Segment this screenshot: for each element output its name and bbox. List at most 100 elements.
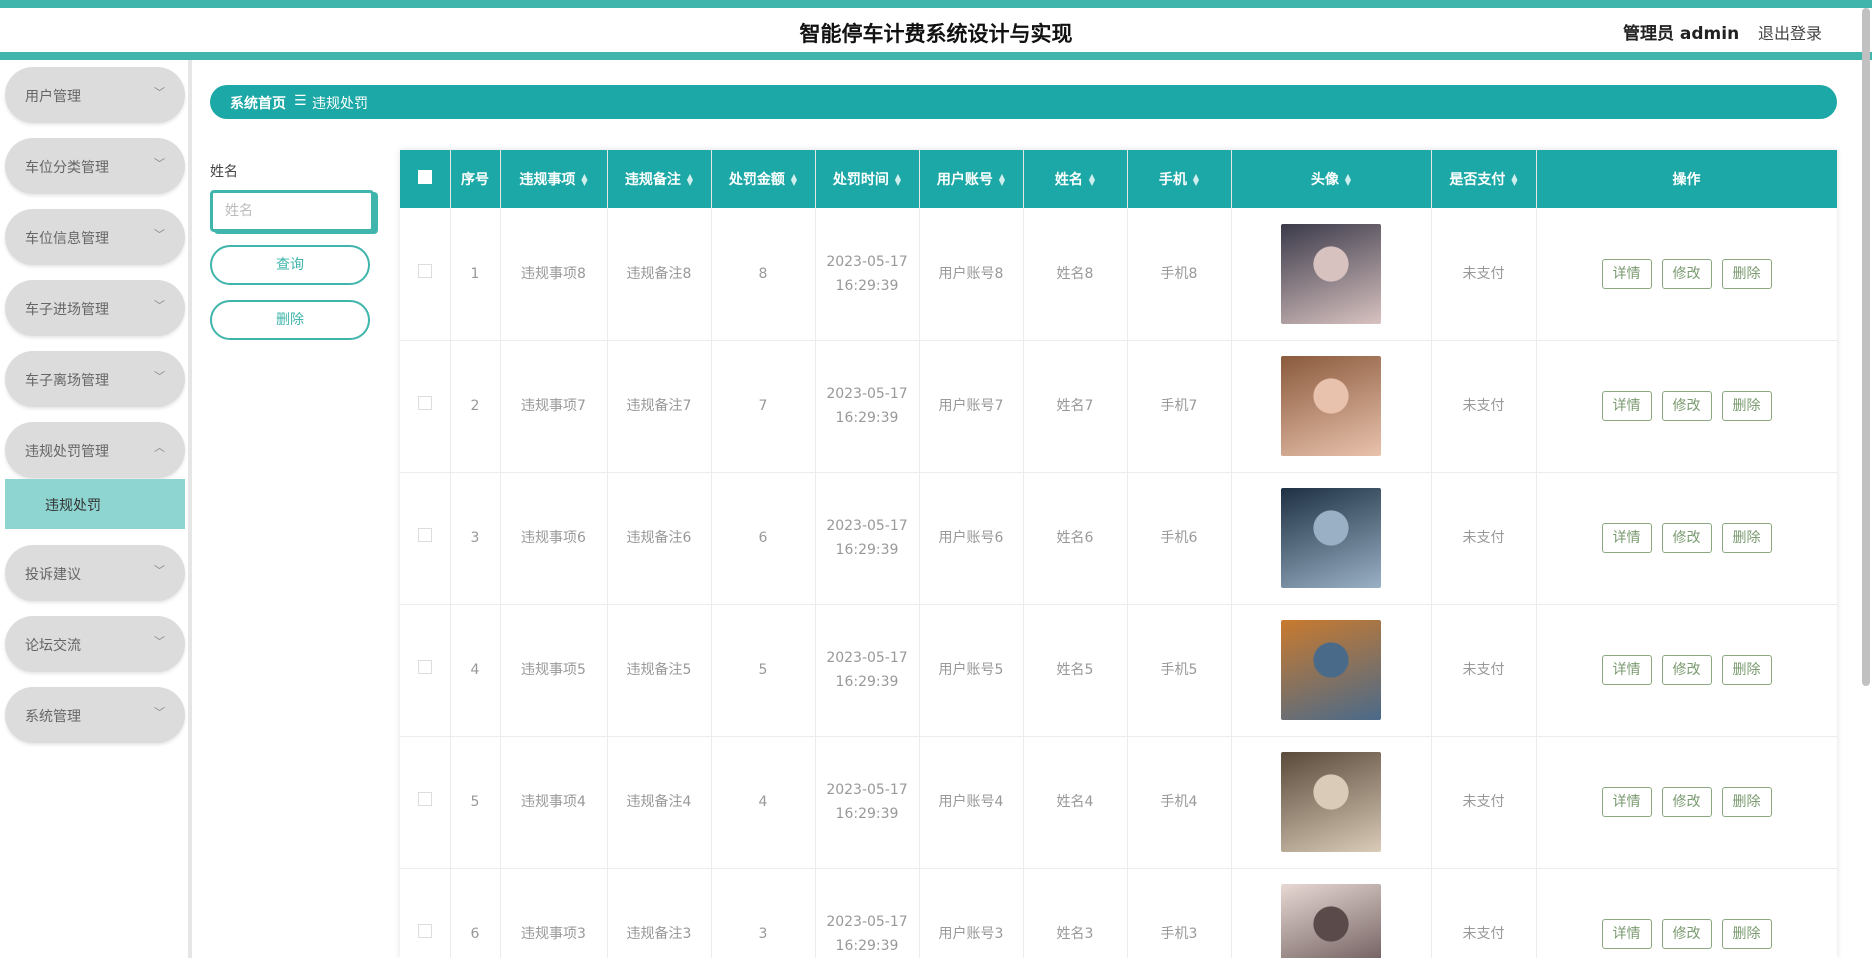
table-row: 2 违规事项7 违规备注7 7 2023-05-17 16:29:39 用户账号7 姓名7 手机… [400, 340, 1837, 473]
cell-account: 用户账号3 [919, 868, 1024, 958]
cell-no: 6 [450, 868, 501, 958]
avatar[interactable] [1281, 356, 1381, 456]
sort-icon[interactable]: ▲ ▼ [999, 173, 1005, 187]
edit-button[interactable]: 修改 [1661, 787, 1712, 817]
edit-button[interactable]: 修改 [1661, 919, 1712, 949]
detail-button[interactable]: 详情 [1601, 523, 1652, 553]
detail-button[interactable]: 详情 [1601, 919, 1652, 949]
row-checkbox[interactable] [417, 263, 432, 278]
cell-account: 用户账号4 [919, 736, 1024, 869]
detail-button[interactable]: 详情 [1601, 787, 1652, 817]
breadcrumb-current: 违规处罚 [312, 96, 368, 112]
cell-actions: 详情 修改 删除 [1536, 868, 1837, 958]
query-button[interactable]: 查询 [210, 245, 370, 285]
column-header: 序号 [450, 150, 501, 208]
row-checkbox[interactable] [417, 660, 432, 674]
avatar[interactable] [1281, 884, 1381, 958]
search-name-input[interactable] [210, 190, 374, 232]
delete-button[interactable]: 删除 [1721, 655, 1772, 685]
sidebar-item-car-entry[interactable]: 车子进场管理 ﹀ [5, 280, 185, 336]
cell-no: 3 [450, 472, 501, 605]
cell-date: 2023-05-17 [826, 650, 908, 666]
violation-table: 序号 违规事项 ▲ ▼ 违规备注 ▲ ▼ 处罚金额 ▲ ▼ 处罚时间 ▲ ▼ 用户账号 ▲ ▼ 姓名… [400, 150, 1837, 958]
sidebar: 用户管理 ﹀ 车位分类管理 ﹀ 车位信息管理 ﹀ 车子进场管理 ﹀ 车子离场管理 ﹀ 违规… [0, 60, 192, 958]
select-all-checkbox[interactable] [417, 170, 432, 184]
top-header: 智能停车计费系统设计与实现 管理员 admin 退出登录 [0, 0, 1872, 60]
sidebar-item-violation-mgmt[interactable]: 违规处罚管理 ︿ [5, 422, 185, 478]
column-header[interactable]: 违规备注 ▲ ▼ [607, 150, 712, 208]
cell-violation-item: 违规事项3 [500, 868, 608, 958]
cell-amount: 5 [711, 604, 816, 737]
sidebar-subitem-violation[interactable]: 违规处罚 [5, 479, 185, 529]
detail-button[interactable]: 详情 [1601, 258, 1652, 289]
cell-violation-note: 违规备注4 [607, 736, 712, 869]
batch-delete-button[interactable]: 删除 [210, 300, 370, 340]
chevron-up-icon: ︿ [154, 441, 165, 454]
detail-button[interactable]: 详情 [1601, 391, 1652, 421]
delete-button[interactable]: 删除 [1721, 787, 1772, 817]
delete-button[interactable]: 删除 [1721, 258, 1772, 289]
row-checkbox[interactable] [417, 528, 432, 542]
edit-button[interactable]: 修改 [1661, 258, 1712, 289]
sort-icon[interactable]: ▲ ▼ [581, 173, 587, 187]
sort-icon[interactable]: ▲ ▼ [1089, 173, 1095, 187]
cell-account: 用户账号6 [919, 472, 1024, 605]
sort-icon[interactable]: ▲ ▼ [791, 173, 797, 187]
cell-paid: 未支付 [1431, 208, 1537, 341]
delete-button[interactable]: 删除 [1721, 523, 1772, 553]
row-select-cell [400, 736, 451, 869]
column-header[interactable]: 处罚金额 ▲ ▼ [711, 150, 816, 208]
avatar[interactable] [1281, 752, 1381, 852]
chevron-down-icon: ﹀ [154, 157, 165, 170]
edit-button[interactable]: 修改 [1661, 523, 1712, 553]
sidebar-item-complaints[interactable]: 投诉建议 ﹀ [5, 545, 185, 601]
sort-icon[interactable]: ▲ ▼ [687, 173, 693, 187]
delete-button[interactable]: 删除 [1721, 919, 1772, 949]
cell-date: 2023-05-17 [826, 782, 908, 798]
column-header: 操作 [1536, 150, 1837, 208]
cell-violation-note: 违规备注3 [607, 868, 712, 958]
row-select-cell [400, 340, 451, 473]
delete-button[interactable]: 删除 [1721, 391, 1772, 421]
column-header-label: 序号 [461, 172, 489, 188]
edit-button[interactable]: 修改 [1661, 655, 1712, 685]
cell-no: 5 [450, 736, 501, 869]
column-header[interactable]: 手机 ▲ ▼ [1127, 150, 1232, 208]
column-header[interactable]: 是否支付 ▲ ▼ [1431, 150, 1537, 208]
cell-clock: 16:29:39 [835, 542, 899, 558]
sidebar-item-user-mgmt[interactable]: 用户管理 ﹀ [5, 67, 185, 123]
sidebar-item-forum[interactable]: 论坛交流 ﹀ [5, 616, 185, 672]
sidebar-item-system[interactable]: 系统管理 ﹀ [5, 687, 185, 743]
sort-icon[interactable]: ▲ ▼ [895, 173, 901, 187]
sidebar-item-car-exit[interactable]: 车子离场管理 ﹀ [5, 351, 185, 407]
column-header[interactable]: 用户账号 ▲ ▼ [919, 150, 1024, 208]
avatar[interactable] [1281, 620, 1381, 720]
sort-icon[interactable]: ▲ ▼ [1511, 173, 1517, 187]
sort-icon[interactable]: ▲ ▼ [1345, 173, 1351, 187]
cell-avatar [1231, 472, 1432, 605]
column-header-label: 姓名 [1054, 172, 1083, 188]
row-checkbox[interactable] [417, 792, 432, 806]
avatar[interactable] [1281, 488, 1381, 588]
column-header[interactable]: 头像 ▲ ▼ [1231, 150, 1432, 208]
column-header[interactable]: 姓名 ▲ ▼ [1023, 150, 1128, 208]
edit-button[interactable]: 修改 [1661, 391, 1712, 421]
detail-button[interactable]: 详情 [1601, 655, 1652, 685]
cell-account: 用户账号7 [919, 340, 1024, 473]
avatar[interactable] [1281, 223, 1381, 324]
logout-link[interactable]: 退出登录 [1758, 20, 1822, 44]
breadcrumb-home[interactable]: 系统首页 [230, 93, 286, 113]
cell-violation-item: 违规事项7 [500, 340, 608, 473]
row-checkbox[interactable] [417, 924, 432, 938]
cell-paid: 未支付 [1431, 868, 1537, 958]
cell-time: 2023-05-17 16:29:39 [815, 604, 920, 737]
sidebar-item-space-category[interactable]: 车位分类管理 ﹀ [5, 138, 185, 194]
column-header[interactable]: 处罚时间 ▲ ▼ [815, 150, 920, 208]
sidebar-item-space-info[interactable]: 车位信息管理 ﹀ [5, 209, 185, 265]
page-scrollbar[interactable] [1862, 8, 1870, 686]
row-select-cell [400, 604, 451, 737]
sort-icon[interactable]: ▲ ▼ [1193, 173, 1199, 187]
row-checkbox[interactable] [417, 396, 432, 410]
column-header[interactable]: 违规事项 ▲ ▼ [500, 150, 608, 208]
table-row: 1 违规事项8 违规备注8 8 2023-05-17 16:29:39 用户账号8 姓名8 手机… [400, 208, 1837, 341]
